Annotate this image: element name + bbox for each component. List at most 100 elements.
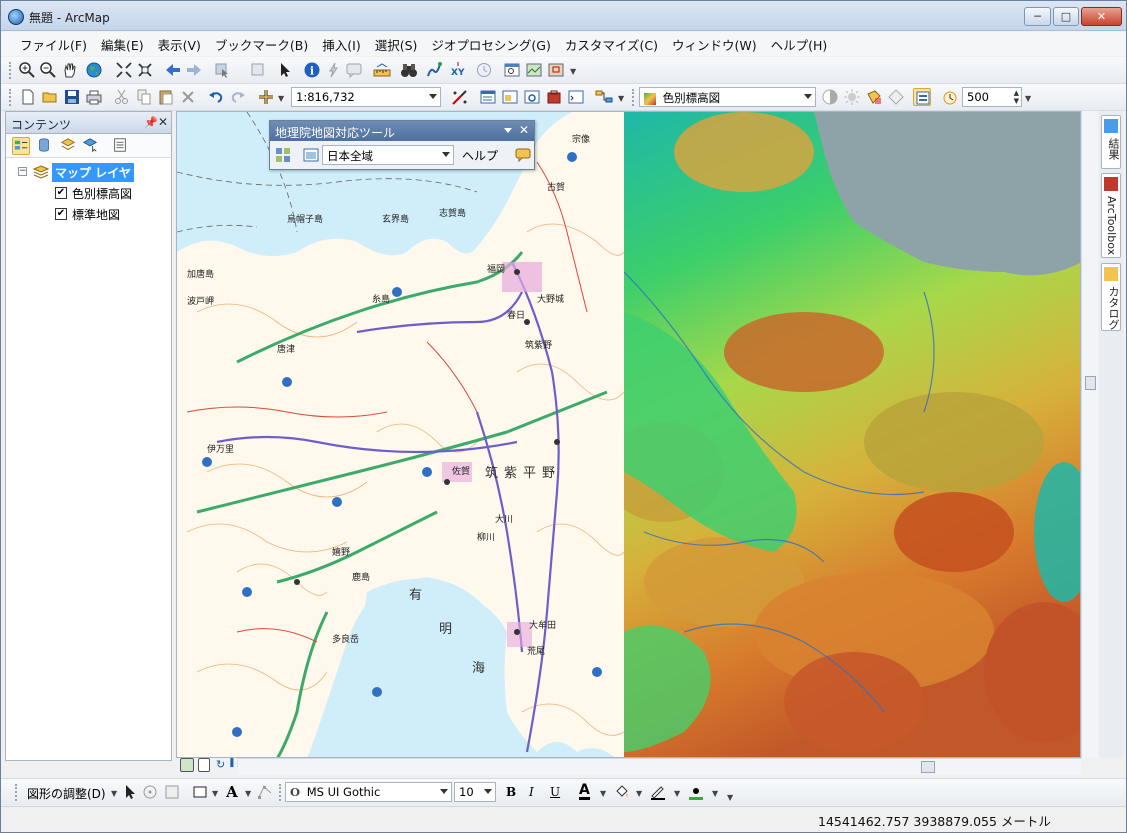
region-select[interactable]: 日本全域 bbox=[322, 145, 454, 165]
toolbar-options-chevron-icon[interactable]: ▼ bbox=[1025, 94, 1031, 103]
select-features-icon[interactable] bbox=[213, 61, 231, 79]
gsi-tool-close-icon[interactable]: ✕ bbox=[519, 123, 529, 137]
print-icon[interactable] bbox=[85, 88, 103, 106]
editor-toolbar-icon[interactable] bbox=[451, 88, 469, 106]
contrast-icon[interactable] bbox=[821, 88, 839, 106]
overview-window-icon[interactable] bbox=[547, 61, 565, 79]
map-horizontal-scrollbar[interactable] bbox=[238, 758, 1081, 775]
toc-options-icon[interactable] bbox=[112, 137, 130, 155]
fill-color-bucket-icon[interactable] bbox=[613, 783, 631, 801]
go-to-xy-icon[interactable]: XY bbox=[449, 61, 467, 79]
zoom-to-selected-icon[interactable] bbox=[163, 783, 181, 801]
layer-visibility-checkbox[interactable]: ✔ bbox=[55, 187, 67, 199]
layout-view-icon[interactable] bbox=[198, 758, 210, 772]
create-viewer-window-icon[interactable] bbox=[503, 61, 521, 79]
toolbar-grip[interactable] bbox=[632, 89, 635, 106]
zoom-out-icon[interactable] bbox=[39, 61, 57, 79]
cut-scissors-icon[interactable] bbox=[113, 88, 131, 106]
menu-customize[interactable]: カスタマイズ(C) bbox=[558, 35, 665, 54]
tile-grid-icon[interactable] bbox=[274, 146, 292, 164]
italic-button[interactable]: I bbox=[529, 785, 534, 799]
font-color-dropdown-icon[interactable]: ▼ bbox=[600, 789, 606, 798]
menu-bookmarks[interactable]: ブックマーク(B) bbox=[208, 35, 315, 54]
layer-name[interactable]: 標準地図 bbox=[72, 206, 120, 223]
toolbar-grip[interactable] bbox=[15, 784, 18, 801]
model-builder-icon[interactable] bbox=[595, 88, 613, 106]
fixed-zoom-out-icon[interactable] bbox=[136, 61, 154, 79]
add-data-dropdown-icon[interactable]: ▼ bbox=[278, 94, 284, 103]
copy-icon[interactable] bbox=[135, 88, 153, 106]
vertical-scroll-thumb[interactable] bbox=[1085, 376, 1096, 390]
save-disk-icon[interactable] bbox=[63, 88, 81, 106]
search-window-icon[interactable] bbox=[523, 88, 541, 106]
data-view-icon[interactable] bbox=[180, 758, 194, 772]
magnifier-window-icon[interactable] bbox=[525, 61, 543, 79]
map-vertical-scrollbar[interactable] bbox=[1081, 111, 1098, 758]
catalog-window-icon[interactable] bbox=[501, 88, 519, 106]
undo-icon[interactable] bbox=[207, 88, 225, 106]
menu-help[interactable]: ヘルプ(H) bbox=[764, 35, 835, 54]
map-scale-combo[interactable]: 1:816,732 bbox=[291, 87, 441, 107]
catalog-tab[interactable]: カタログ bbox=[1101, 263, 1121, 331]
menu-windows[interactable]: ウィンドウ(W) bbox=[665, 35, 764, 54]
arctoolbox-tab[interactable]: ArcToolbox bbox=[1101, 173, 1121, 258]
marker-color-icon[interactable] bbox=[687, 783, 705, 801]
edit-vertices-icon[interactable] bbox=[256, 783, 274, 801]
toolbar-options-chevron-icon[interactable]: ▼ bbox=[570, 67, 576, 76]
collapse-toggle-icon[interactable]: − bbox=[18, 167, 27, 176]
text-icon[interactable]: A bbox=[223, 783, 241, 801]
map-window-icon[interactable] bbox=[302, 146, 320, 164]
underline-button[interactable]: U bbox=[550, 785, 560, 799]
horizontal-scroll-thumb[interactable] bbox=[921, 761, 935, 773]
find-binoculars-icon[interactable] bbox=[400, 61, 418, 79]
speech-bubble-icon[interactable] bbox=[514, 146, 532, 164]
minimize-button[interactable]: ─ bbox=[1024, 7, 1051, 26]
go-forward-icon[interactable] bbox=[185, 61, 203, 79]
toc-close-icon[interactable]: ✕ bbox=[158, 115, 168, 129]
menu-insert[interactable]: 挿入(I) bbox=[315, 35, 367, 54]
layer-row[interactable]: ✔ 色別標高図 bbox=[6, 183, 171, 204]
select-elements-arrow-icon[interactable] bbox=[276, 61, 294, 79]
map-layers-group-label[interactable]: マップ レイヤ bbox=[52, 163, 134, 182]
table-of-contents-window-icon[interactable] bbox=[479, 88, 497, 106]
toolbar-options-chevron-icon[interactable]: ▼ bbox=[727, 793, 733, 802]
add-data-icon[interactable] bbox=[257, 88, 275, 106]
list-by-source-icon[interactable] bbox=[36, 137, 54, 155]
measure-ruler-icon[interactable] bbox=[373, 61, 391, 79]
list-by-selection-icon[interactable] bbox=[82, 137, 100, 155]
list-by-drawing-order-icon[interactable] bbox=[12, 137, 30, 155]
delete-x-icon[interactable] bbox=[179, 88, 197, 106]
rotate-icon[interactable] bbox=[141, 783, 159, 801]
pause-drawing-icon[interactable]: ❚❚ bbox=[228, 758, 243, 772]
close-button[interactable]: ✕ bbox=[1081, 7, 1122, 26]
arctoolbox-window-icon[interactable] bbox=[545, 88, 563, 106]
open-folder-icon[interactable] bbox=[41, 88, 59, 106]
pan-hand-icon[interactable] bbox=[61, 61, 79, 79]
menu-file[interactable]: ファイル(F) bbox=[13, 35, 94, 54]
list-by-visibility-icon[interactable] bbox=[60, 137, 78, 155]
marker-color-dropdown-icon[interactable]: ▼ bbox=[712, 789, 718, 798]
window-options-chevron-icon[interactable] bbox=[504, 128, 512, 133]
line-color-dropdown-icon[interactable]: ▼ bbox=[674, 789, 680, 798]
python-window-icon[interactable] bbox=[567, 88, 585, 106]
font-size-select[interactable]: 10 bbox=[454, 782, 496, 802]
layer-group-row[interactable]: − マップ レイヤ bbox=[6, 162, 171, 183]
menu-view[interactable]: 表示(V) bbox=[151, 35, 208, 54]
zoom-in-icon[interactable] bbox=[18, 61, 36, 79]
paste-icon[interactable] bbox=[157, 88, 175, 106]
toolbar-grip[interactable] bbox=[9, 89, 12, 106]
toolbar-options-chevron-icon[interactable]: ▼ bbox=[618, 94, 624, 103]
drawing-menu[interactable]: 図形の調整(D) bbox=[27, 785, 106, 802]
hyperlink-icon[interactable] bbox=[324, 61, 342, 79]
map-display[interactable]: 烏帽子島 玄界島 志賀島 加唐島 波戸岬 福岡 古賀 宗像 糸島 春日 筑紫野 … bbox=[176, 111, 1081, 758]
find-route-icon[interactable] bbox=[425, 61, 443, 79]
refresh-interval-icon[interactable] bbox=[941, 88, 959, 106]
gsi-tool-titlebar[interactable]: 地理院地図対応ツール ✕ bbox=[270, 121, 534, 141]
spinner-arrows-icon[interactable]: ▲ ▼ bbox=[1014, 89, 1019, 105]
swipe-icon[interactable] bbox=[887, 88, 905, 106]
menu-edit[interactable]: 編集(E) bbox=[94, 35, 151, 54]
refresh-icon[interactable]: ↻ bbox=[216, 758, 226, 772]
time-slider-icon[interactable] bbox=[475, 61, 493, 79]
layer-name[interactable]: 色別標高図 bbox=[72, 185, 132, 202]
bold-button[interactable]: B bbox=[506, 785, 516, 799]
